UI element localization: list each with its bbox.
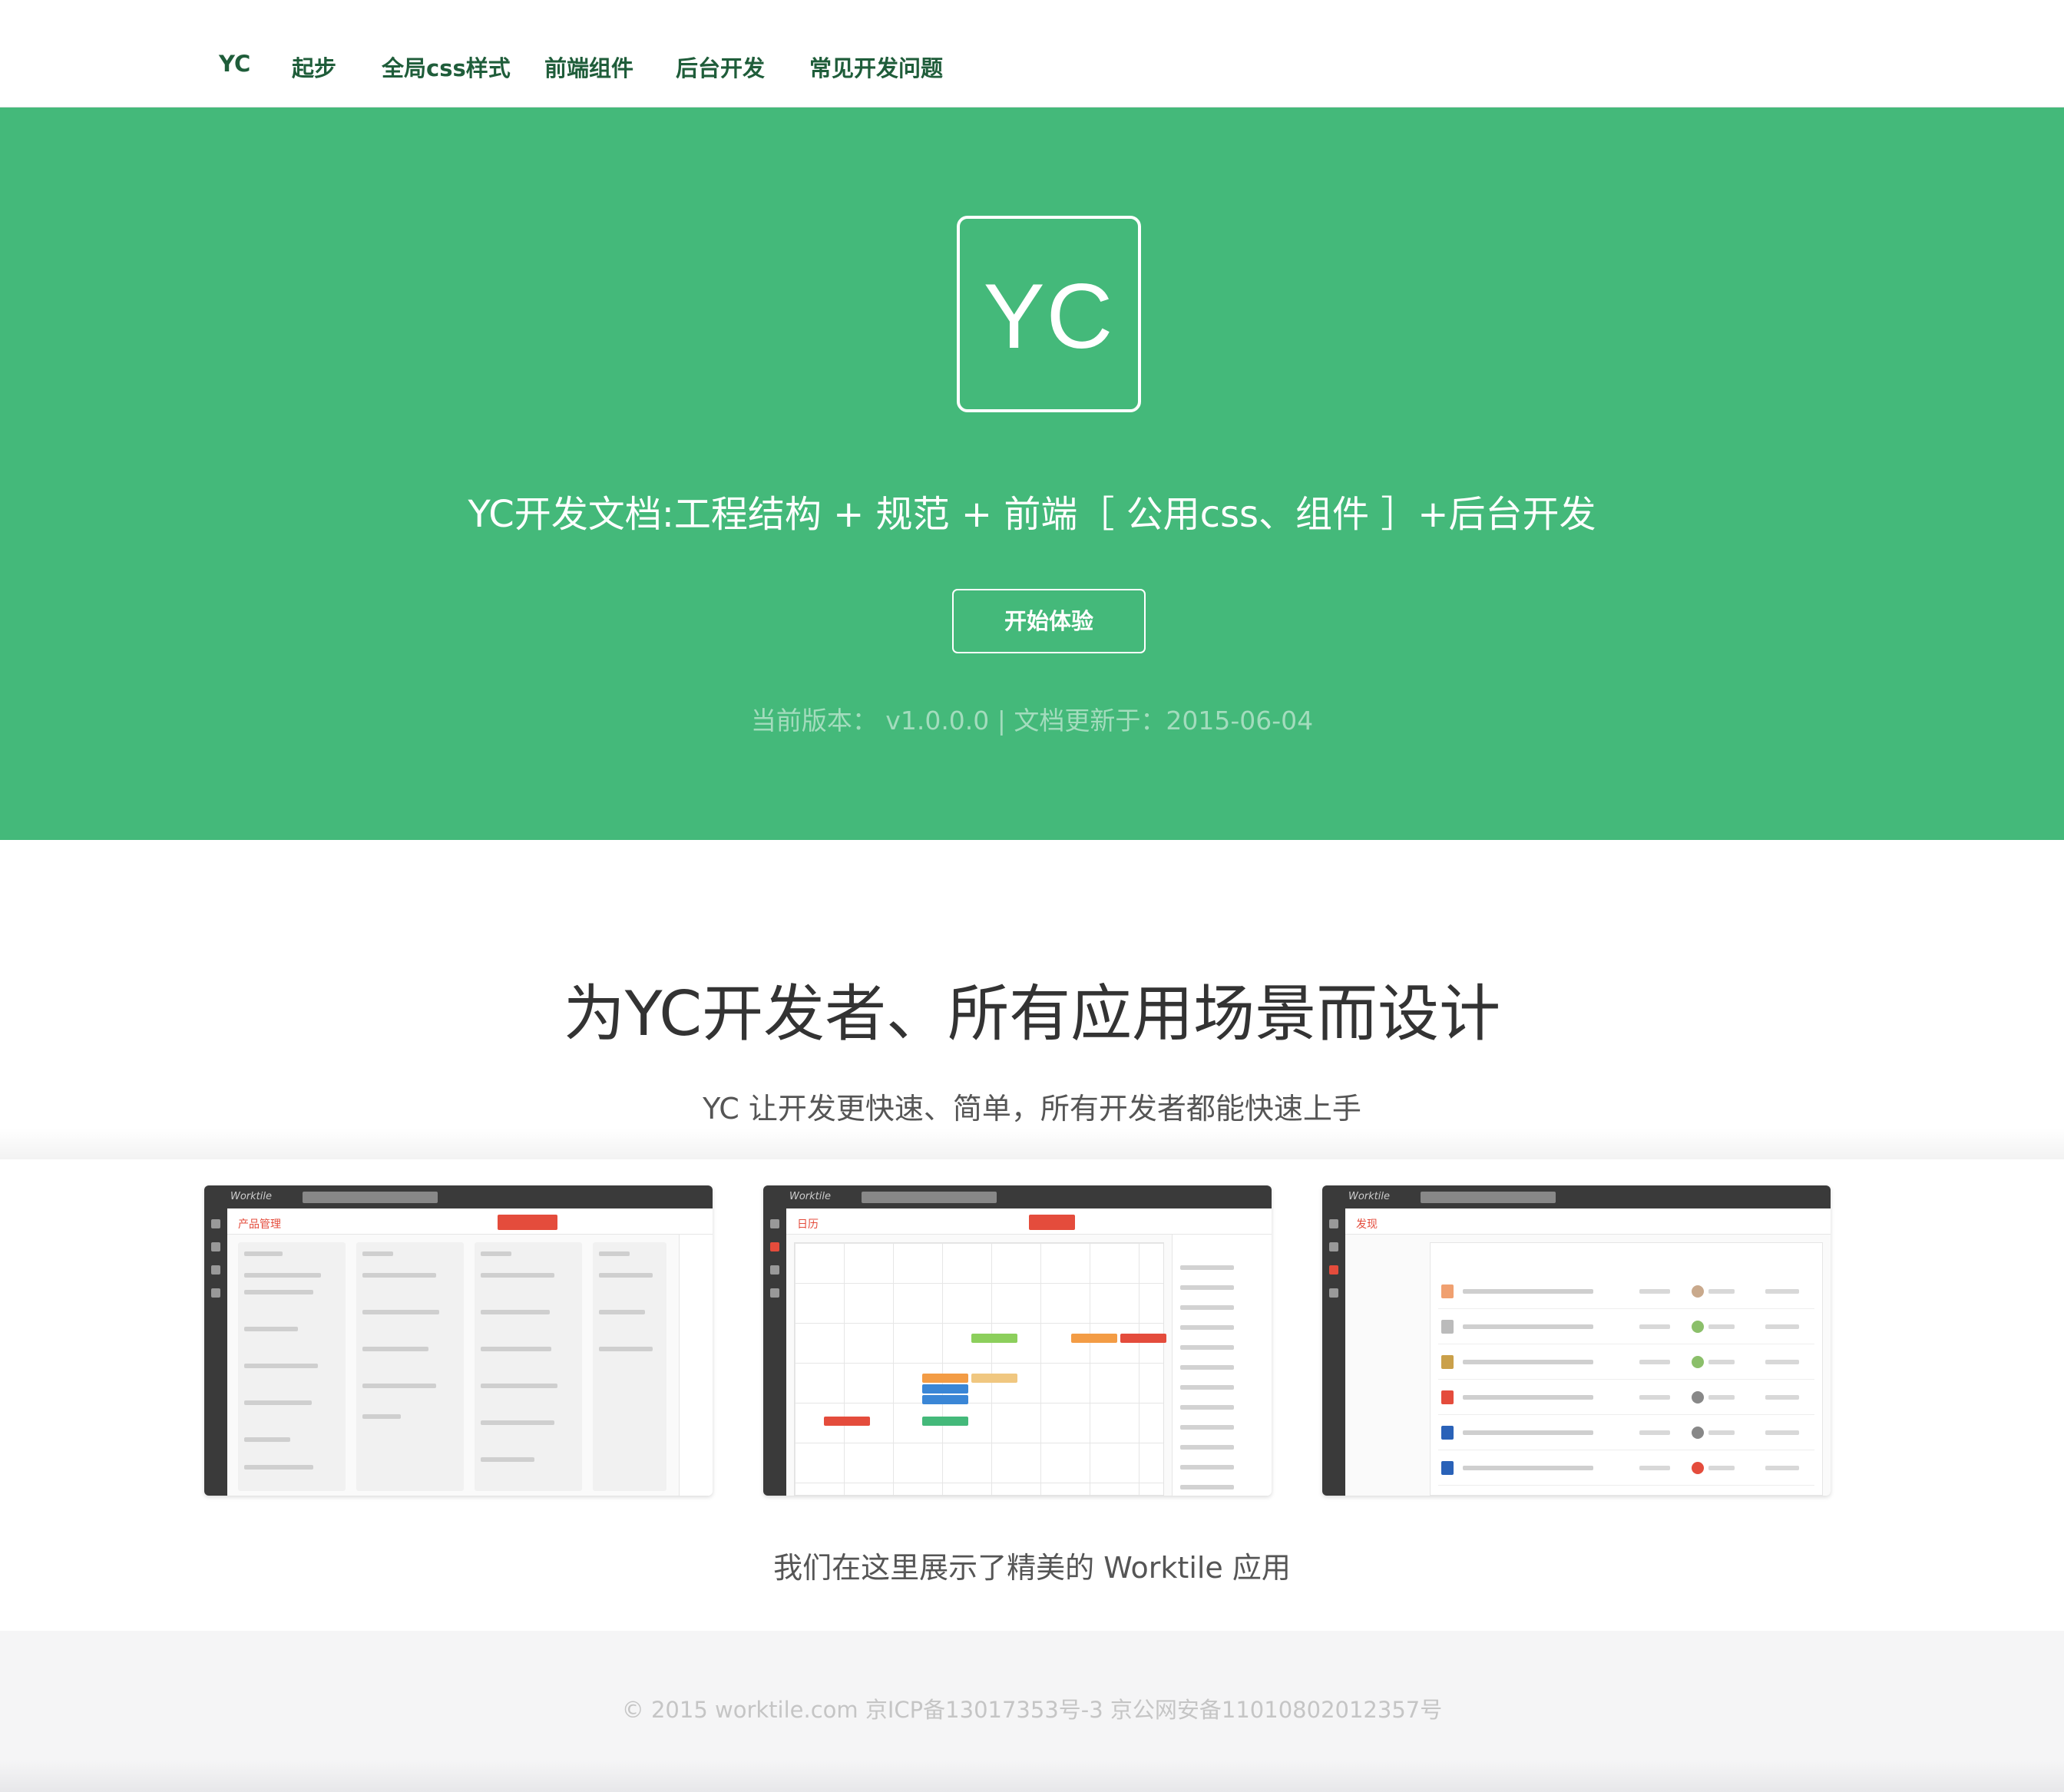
search-box: [1421, 1192, 1556, 1203]
files-screenshot: Worktile 发现: [1322, 1185, 1831, 1496]
file-list: [1430, 1242, 1823, 1496]
kanban-board: [227, 1235, 713, 1496]
footer-copyright: © 2015 worktile.com 京ICP备13017353号-3 京公网…: [621, 1697, 1443, 1723]
app-topbar: Worktile: [204, 1185, 713, 1208]
section-title: 产品管理: [238, 1218, 281, 1231]
feature-title: 为YC开发者、所有应用场景而设计: [563, 978, 1501, 1050]
calendar-view: [786, 1235, 1272, 1496]
nav-item-backend[interactable]: 后台开发: [676, 51, 765, 83]
kanban-screenshot: Worktile 产品管理: [204, 1185, 713, 1496]
start-button[interactable]: 开始体验: [952, 589, 1146, 653]
nav-item-faq[interactable]: 常见开发问题: [809, 51, 943, 83]
calendar-sidebar: [1172, 1235, 1272, 1496]
app-brand: Worktile: [230, 1191, 272, 1202]
search-box: [303, 1192, 438, 1203]
kanban-column: [593, 1242, 666, 1491]
calendar-screenshot: Worktile 日历: [763, 1185, 1272, 1496]
app-header: 产品管理: [227, 1208, 713, 1235]
app-sidebar: [1322, 1208, 1345, 1496]
right-toolbar: [679, 1235, 713, 1496]
new-event-button: [1029, 1215, 1075, 1230]
section-divider: [0, 1129, 2064, 1159]
file-browser: [1345, 1235, 1831, 1496]
app-topbar: Worktile: [763, 1185, 1272, 1208]
kanban-column: [356, 1242, 464, 1491]
feature-subtitle: YC 让开发更快速、简单，所有开发者都能快速上手: [703, 1092, 1361, 1126]
nav-item-getting-started[interactable]: 起步: [292, 51, 336, 83]
nav-item-global-css[interactable]: 全局css样式: [382, 51, 511, 83]
logo-text: YC: [983, 265, 1115, 368]
app-header: 发现: [1345, 1208, 1831, 1235]
new-task-button: [498, 1215, 557, 1230]
section-title: 发现: [1356, 1218, 1378, 1231]
footer-shade: [0, 1761, 2064, 1792]
hero-title: YC开发文档:工程结构 + 规范 + 前端［ 公用css、组件 ］+后台开发: [468, 493, 1596, 536]
calendar-grid: [794, 1242, 1166, 1496]
app-header: 日历: [786, 1208, 1272, 1235]
kanban-column: [475, 1242, 582, 1491]
kanban-column: [238, 1242, 346, 1491]
screenshots-caption: 我们在这里展示了精美的 Worktile 应用: [773, 1551, 1291, 1585]
app-brand: Worktile: [1348, 1191, 1390, 1202]
app-topbar: Worktile: [1322, 1185, 1831, 1208]
section-title: 日历: [797, 1218, 819, 1231]
nav-item-yc[interactable]: YC: [219, 51, 250, 77]
footer: © 2015 worktile.com 京ICP备13017353号-3 京公网…: [0, 1631, 2064, 1792]
nav-item-components[interactable]: 前端组件: [544, 51, 633, 83]
app-sidebar: [763, 1208, 786, 1496]
yc-logo: YC: [957, 216, 1141, 412]
hero-banner: YC YC开发文档:工程结构 + 规范 + 前端［ 公用css、组件 ］+后台开…: [0, 107, 2064, 840]
search-box: [862, 1192, 997, 1203]
version-info: 当前版本： v1.0.0.0 | 文档更新于：2015-06-04: [750, 706, 1314, 736]
app-sidebar: [204, 1208, 227, 1496]
app-brand: Worktile: [789, 1191, 831, 1202]
top-nav: YC 起步 全局css样式 前端组件 后台开发 常见开发问题: [0, 0, 2064, 107]
